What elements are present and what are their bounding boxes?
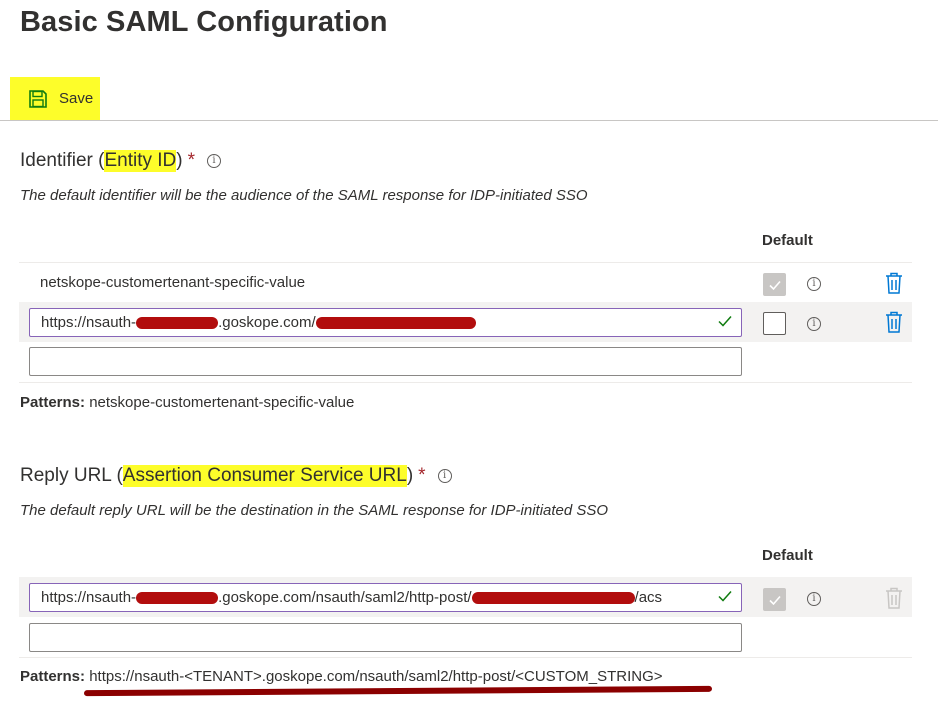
annotation-underline [83,685,713,697]
identifier-default-header: Default [762,232,813,249]
info-icon[interactable]: i [437,469,452,483]
reply-title-prefix: Reply URL ( [20,465,123,486]
reply-input-1-start: https://nsauth- [41,589,137,606]
identifier-patterns: Patterns: netskope-customertenant-specif… [20,394,354,411]
identifier-row-1-value: netskope-customertenant-specific-value [40,274,306,291]
identifier-description: The default identifier will be the audie… [20,187,588,204]
identifier-input-new[interactable] [29,347,742,376]
save-icon [29,89,47,108]
redaction-mark [471,591,635,604]
divider [19,262,912,263]
command-bar: Save [0,76,938,121]
reply-default-header: Default [762,547,813,564]
identifier-row-2-default-checkbox[interactable] [763,312,786,335]
identifier-section-title: Identifier (Entity ID) * i [20,150,222,172]
info-icon[interactable]: i [207,154,222,168]
reply-url-description: The default reply URL will be the destin… [20,502,609,519]
required-asterisk: * [418,465,426,486]
identifier-title-prefix: Identifier ( [20,150,105,171]
patterns-label: Patterns: [20,668,86,685]
reply-url-section-title: Reply URL (Assertion Consumer Service UR… [20,465,452,487]
identifier-title-suffix: ) [176,150,183,171]
redaction-mark [315,316,476,329]
identifier-input-2[interactable]: https://nsauth- .goskope.com/ [29,308,742,337]
reply-url-input-new[interactable] [29,623,742,652]
redaction-mark [136,591,219,604]
patterns-label: Patterns: [20,394,86,411]
page-title: Basic SAML Configuration [20,6,388,38]
identifier-row-1-default-checkbox [763,273,786,296]
reply-input-1-end: /acs [634,589,663,606]
trash-icon[interactable] [884,311,904,333]
patterns-value: https://nsauth-<TENANT>.goskope.com/nsau… [89,668,663,685]
trash-icon [886,587,902,609]
save-button[interactable]: Save [10,77,100,120]
redaction-mark [136,316,219,329]
reply-input-1-mid: .goskope.com/nsauth/saml2/http-post/ [218,589,472,606]
divider [19,657,912,658]
identifier-input-2-start: https://nsauth- [41,314,137,331]
checkmark-icon [768,280,781,290]
identifier-title-highlight: Entity ID [104,150,177,172]
patterns-value: netskope-customertenant-specific-value [89,394,355,411]
save-button-label: Save [59,90,94,107]
checkmark-icon [718,316,732,327]
info-icon[interactable]: i [807,317,821,331]
required-asterisk: * [187,150,196,171]
reply-title-suffix: ) [406,465,414,486]
info-icon[interactable]: i [807,277,821,291]
trash-icon[interactable] [884,272,904,294]
reply-url-input-1[interactable]: https://nsauth- .goskope.com/nsauth/saml2… [29,583,742,612]
info-icon[interactable]: i [807,592,821,606]
reply-url-patterns: Patterns: https://nsauth-<TENANT>.goskop… [20,668,663,685]
reply-row-1-default-checkbox [763,588,786,611]
checkmark-icon [718,591,732,602]
identifier-input-2-mid: .goskope.com/ [218,314,316,331]
checkmark-icon [768,595,781,605]
reply-title-highlight: Assertion Consumer Service URL [122,465,407,487]
divider [19,382,912,383]
